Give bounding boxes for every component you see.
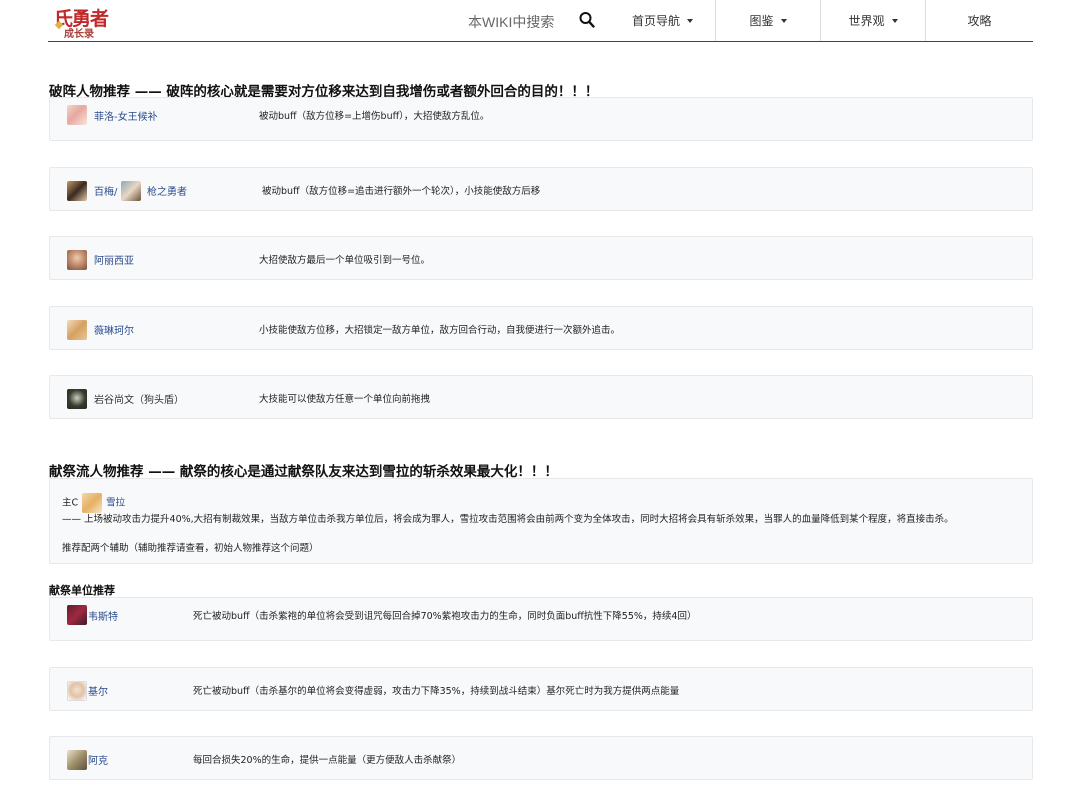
character-desc: 大招使敌方最后一个单位吸引到一号位。: [259, 255, 431, 266]
character-desc: 小技能使敌方位移，大招锁定一敌方单位，敌方回合行动，自我便进行一次额外追击。: [259, 325, 621, 336]
list-item: 薇琳珂尔 小技能使敌方位移，大招锁定一敌方单位，敌方回合行动，自我便进行一次额外…: [49, 306, 1033, 350]
nav-home-label: 首页导航: [631, 14, 680, 28]
avatar[interactable]: [67, 181, 87, 201]
character-link[interactable]: 百梅/: [94, 183, 117, 198]
search-icon[interactable]: [579, 11, 595, 29]
chevron-down-icon: [687, 18, 693, 23]
avatar[interactable]: [67, 105, 87, 125]
main-carry-prefix: 主C: [62, 497, 79, 509]
list-item: 基尔 死亡被动buff（击杀基尔的单位将会变得虚弱，攻击力下降35%，持续到战斗…: [49, 667, 1033, 711]
nav-codex-label: 图鉴: [749, 14, 774, 28]
search-input[interactable]: 本WIKI中搜索: [468, 12, 554, 32]
avatar[interactable]: [82, 493, 103, 513]
nav-guide-label: 攻略: [967, 14, 992, 28]
character-desc: 大技能可以使敌方任意一个单位向前拖拽: [259, 394, 431, 405]
nav-guide[interactable]: 攻略: [925, 0, 1033, 41]
avatar[interactable]: [67, 681, 87, 701]
nav-worldview[interactable]: 世界观: [820, 0, 925, 41]
avatar[interactable]: [67, 389, 87, 409]
character-link[interactable]: 雪拉: [106, 498, 125, 509]
list-item: 阿丽西亚 大招使敌方最后一个单位吸引到一号位。: [49, 236, 1033, 280]
character-desc: 死亡被动buff（击杀基尔的单位将会变得虚弱，攻击力下降35%，持续到战斗结束）…: [193, 686, 680, 697]
list-item: 百梅/ 枪之勇者 被动buff（敌方位移=追击进行额外一个轮次），小技能使敌方后…: [49, 167, 1033, 211]
character-desc: 每回合损失20%的生命，提供一点能量（更方便敌人击杀献祭）: [193, 755, 462, 766]
chevron-down-icon: [780, 18, 787, 23]
avatar[interactable]: [67, 320, 87, 340]
main-carry-desc: —— 上场被动攻击力提升40%,大招有制裁效果，当敌方单位击杀我方单位后，将会成…: [62, 514, 954, 525]
support-recommend: 推荐配两个辅助（辅助推荐请查看，初始人物推荐这个问题）: [62, 543, 319, 554]
avatar[interactable]: [121, 181, 141, 201]
list-item: 阿克 每回合损失20%的生命，提供一点能量（更方便敌人击杀献祭）: [49, 736, 1033, 780]
sub-title-sacrifice-units: 献祭单位推荐: [49, 584, 115, 597]
site-header: 氏勇者 成长录 本WIKI中搜索 首页导航 图鉴 世界观 攻略: [48, 0, 1033, 42]
avatar[interactable]: [67, 605, 87, 625]
character-link[interactable]: 阿克: [88, 752, 108, 767]
character-link[interactable]: 岩谷尚文（狗头盾）: [94, 391, 184, 406]
character-desc: 死亡被动buff（击杀紫袍的单位将会受到诅咒每回合掉70%紫袍攻击力的生命，同时…: [193, 611, 697, 622]
character-link[interactable]: 基尔: [88, 683, 108, 698]
character-desc: 被动buff（敌方位移=上增伤buff），大招使敌方乱位。: [259, 111, 490, 122]
avatar[interactable]: [67, 250, 87, 270]
character-link[interactable]: 菲洛-女王候补: [94, 108, 158, 123]
main-carry-line: 主C 雪拉: [62, 493, 125, 513]
list-item: 菲洛-女王候补 被动buff（敌方位移=上增伤buff），大招使敌方乱位。: [49, 97, 1033, 141]
nav-worldview-label: 世界观: [848, 14, 885, 28]
list-item: 韦斯特 死亡被动buff（击杀紫袍的单位将会受到诅咒每回合掉70%紫袍攻击力的生…: [49, 597, 1033, 641]
character-link[interactable]: 韦斯特: [88, 608, 118, 623]
chevron-down-icon: [891, 18, 898, 23]
character-desc: 被动buff（敌方位移=追击进行额外一个轮次），小技能使敌方后移: [262, 186, 541, 197]
logo-subtitle: 成长录: [64, 29, 94, 40]
character-link[interactable]: 枪之勇者: [147, 183, 187, 198]
site-logo[interactable]: 氏勇者 成长录: [54, 4, 112, 40]
main-carry-box: 主C 雪拉 —— 上场被动攻击力提升40%,大招有制裁效果，当敌方单位击杀我方单位…: [49, 478, 1033, 564]
nav-home[interactable]: 首页导航: [610, 0, 715, 41]
nav-codex[interactable]: 图鉴: [715, 0, 820, 41]
section-title-sacrifice: 献祭流人物推荐 —— 献祭的核心是通过献祭队友来达到雪拉的斩杀效果最大化！！！: [49, 464, 558, 480]
character-link[interactable]: 阿丽西亚: [94, 252, 134, 267]
list-item: 岩谷尚文（狗头盾） 大技能可以使敌方任意一个单位向前拖拽: [49, 375, 1033, 419]
avatar[interactable]: [67, 750, 87, 770]
character-link[interactable]: 薇琳珂尔: [94, 322, 134, 337]
